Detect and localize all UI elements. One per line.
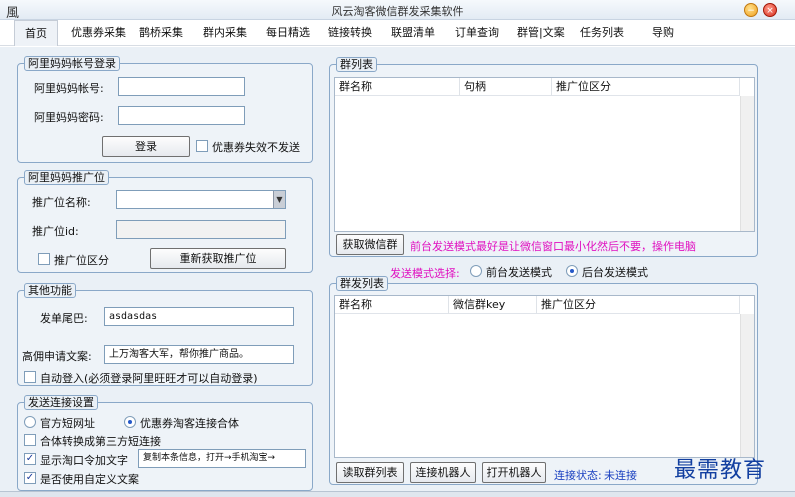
mass-list-header: 群名称 微信群key 推广位区分 <box>335 296 740 314</box>
show-tkl-checkbox[interactable]: ✓ <box>24 453 36 465</box>
tab-order-query[interactable]: 订单查询 <box>455 20 499 46</box>
group-list-table[interactable]: 群名称 句柄 推广位区分 <box>334 77 755 232</box>
auto-login-label: 自动登入(必须登录阿里旺旺才可以自动登录) <box>40 372 258 385</box>
promo-name-select[interactable] <box>116 190 286 209</box>
fetch-wechat-groups-button[interactable]: 获取微信群 <box>336 234 404 255</box>
tab-link-convert[interactable]: 链接转换 <box>328 20 372 46</box>
custom-copy-label: 是否使用自定义文案 <box>40 473 139 486</box>
custom-copy-checkbox[interactable]: ✓ <box>24 472 36 484</box>
login-button[interactable]: 登录 <box>102 136 190 157</box>
group-list-scrollbar[interactable] <box>740 96 754 231</box>
combined-link-label: 优惠券淘客连接合体 <box>140 417 239 430</box>
connection-status-label: 连接状态: <box>554 469 602 482</box>
column-header-group-name[interactable]: 群名称 <box>335 78 460 96</box>
tab-task-list[interactable]: 任务列表 <box>580 20 624 46</box>
close-button[interactable]: × <box>763 3 777 17</box>
open-robot-button[interactable]: 打开机器人 <box>482 462 546 483</box>
official-shorturl-radio[interactable] <box>24 416 36 428</box>
close-icon: × <box>766 6 774 16</box>
minimize-button[interactable]: − <box>744 3 758 17</box>
tab-group-copy[interactable]: 群管|文案 <box>517 20 565 46</box>
login-group-title: 阿里妈妈帐号登录 <box>24 56 120 71</box>
login-group: 阿里妈妈帐号登录 阿里妈妈帐号: 阿里妈妈密码: 登录 优惠券失效不发送 <box>17 56 313 163</box>
apply-input[interactable]: 上万淘客大军，帮你推广商品。 <box>104 345 294 364</box>
merge-shortlink-label: 合体转换成第三方短连接 <box>40 435 161 448</box>
auto-login-checkbox[interactable] <box>24 371 36 383</box>
promo-id-input[interactable] <box>116 220 286 239</box>
mass-list-title: 群发列表 <box>336 276 388 291</box>
mass-list-scrollbar[interactable] <box>740 314 754 457</box>
password-input[interactable] <box>118 106 245 125</box>
column-header-handle[interactable]: 句柄 <box>460 78 552 96</box>
status-strip <box>0 491 795 497</box>
account-input[interactable] <box>118 77 245 96</box>
show-tkl-label: 显示淘口令加文字 <box>40 454 128 467</box>
group-list-group: 群列表 群名称 句柄 推广位区分 获取微信群 前台发送模式最好是让微信窗口最小化… <box>329 57 758 257</box>
send-mode-label: 发送模式选择: <box>390 267 460 280</box>
group-list-title: 群列表 <box>336 57 377 72</box>
promo-distinguish-label: 推广位区分 <box>54 254 109 267</box>
title-bar: 風 风云淘客微信群发采集软件 − × <box>0 0 795 21</box>
tab-coupon-collect[interactable]: 优惠券采集 <box>71 20 126 46</box>
promo-group: 阿里妈妈推广位 推广位名称: ▼ 推广位id: 推广位区分 重新获取推广位 <box>17 170 313 273</box>
apply-label: 高佣申请文案: <box>22 350 92 363</box>
connection-status-value: 未连接 <box>604 469 637 482</box>
tkl-text-input[interactable]: 复制本条信息，打开→手机淘宝→ <box>138 449 306 468</box>
coupon-invalid-checkbox[interactable] <box>196 140 208 152</box>
foreground-mode-radio[interactable] <box>470 265 482 277</box>
window-title: 风云淘客微信群发采集软件 <box>331 5 464 18</box>
promo-group-title: 阿里妈妈推广位 <box>24 170 109 185</box>
watermark-text: 最需教育 <box>674 458 767 483</box>
mass-list-table[interactable]: 群名称 微信群key 推广位区分 <box>334 295 755 458</box>
promo-name-label: 推广位名称: <box>32 196 91 209</box>
column-header-promo-distinguish[interactable]: 推广位区分 <box>537 296 740 314</box>
connect-robot-button[interactable]: 连接机器人 <box>410 462 476 483</box>
group-list-header: 群名称 句柄 推广位区分 <box>335 78 740 96</box>
tab-alliance-list[interactable]: 联盟清单 <box>391 20 435 46</box>
read-group-list-button[interactable]: 读取群列表 <box>336 462 404 483</box>
promo-distinguish-checkbox[interactable] <box>38 253 50 265</box>
other-group-title: 其他功能 <box>24 283 76 298</box>
column-header-promo-distinguish[interactable]: 推广位区分 <box>552 78 740 96</box>
official-shorturl-label: 官方短网址 <box>40 417 95 430</box>
promo-id-label: 推广位id: <box>32 225 79 238</box>
account-label: 阿里妈妈帐号: <box>34 82 104 95</box>
combined-link-radio[interactable] <box>124 416 136 428</box>
menu-bar: 首页 优惠券采集 鹊桥采集 群内采集 每日精选 链接转换 联盟清单 订单查询 群… <box>0 20 795 46</box>
tab-group-collect[interactable]: 群内采集 <box>203 20 247 46</box>
background-mode-label: 后台发送模式 <box>582 266 648 279</box>
column-header-wechat-key[interactable]: 微信群key <box>449 296 537 314</box>
chevron-down-icon[interactable]: ▼ <box>273 191 285 208</box>
tab-bridge-collect[interactable]: 鹊桥采集 <box>139 20 183 46</box>
coupon-invalid-label: 优惠券失效不发送 <box>212 141 300 154</box>
tab-daily-picks[interactable]: 每日精选 <box>266 20 310 46</box>
foreground-mode-notice: 前台发送模式最好是让微信窗口最小化然后不要，操作电脑 <box>410 240 696 253</box>
foreground-mode-label: 前台发送模式 <box>486 266 552 279</box>
password-label: 阿里妈妈密码: <box>34 111 104 124</box>
tail-label: 发单尾巴: <box>40 312 88 325</box>
send-settings-title: 发送连接设置 <box>24 395 98 410</box>
column-header-group-name[interactable]: 群名称 <box>335 296 449 314</box>
merge-shortlink-checkbox[interactable] <box>24 434 36 446</box>
tail-input[interactable]: asdasdas <box>104 307 294 326</box>
tab-shopping-guide[interactable]: 导购 <box>652 20 674 46</box>
tab-home[interactable]: 首页 <box>14 20 58 46</box>
other-group: 其他功能 发单尾巴: asdasdas 高佣申请文案: 上万淘客大军，帮你推广商… <box>17 283 313 386</box>
send-settings-group: 发送连接设置 官方短网址 优惠券淘客连接合体 合体转换成第三方短连接 ✓ 显示淘… <box>17 395 313 491</box>
background-mode-radio[interactable] <box>566 265 578 277</box>
minimize-icon: − <box>747 6 755 16</box>
refresh-promo-button[interactable]: 重新获取推广位 <box>150 248 286 269</box>
